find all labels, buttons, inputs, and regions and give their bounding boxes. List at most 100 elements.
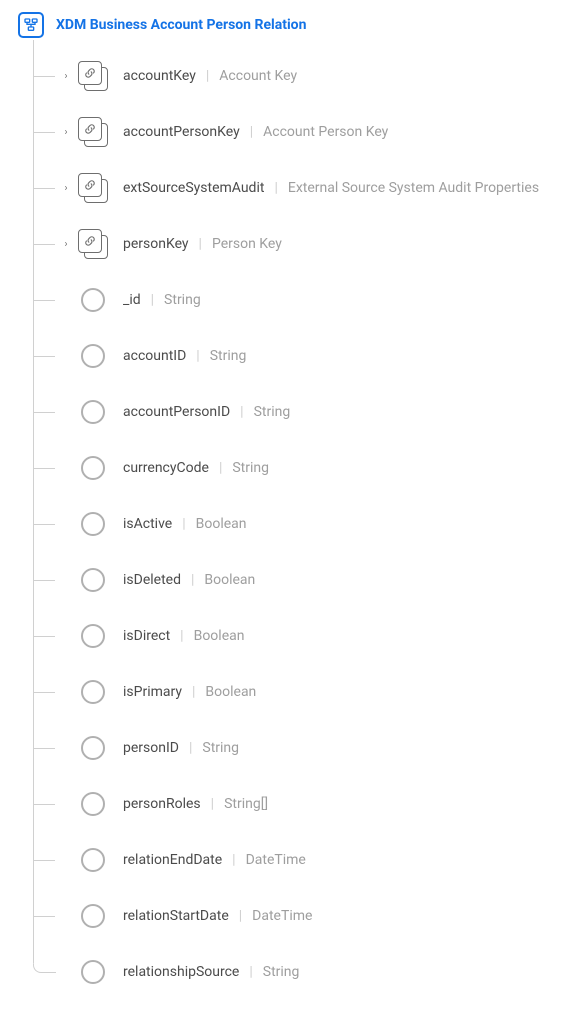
leaf-icon bbox=[77, 788, 109, 820]
object-icon bbox=[77, 172, 109, 204]
field-name: personID bbox=[123, 741, 179, 755]
field-type: String bbox=[202, 741, 239, 755]
separator: | bbox=[196, 349, 199, 363]
field-type: String bbox=[164, 293, 201, 307]
schema-icon bbox=[18, 12, 44, 38]
tree-row[interactable]: personRoles | String[] bbox=[33, 776, 556, 832]
field-name: accountKey bbox=[123, 69, 196, 83]
field-type: Boolean bbox=[204, 573, 255, 587]
field-type: Account Person Key bbox=[263, 125, 388, 139]
field-type: DateTime bbox=[246, 853, 306, 867]
tree-row[interactable]: isActive | Boolean bbox=[33, 496, 556, 552]
separator: | bbox=[240, 405, 243, 419]
tree-row[interactable]: _id | String bbox=[33, 272, 556, 328]
tree-row[interactable]: personID | String bbox=[33, 720, 556, 776]
field-type: String bbox=[232, 461, 269, 475]
field-type: DateTime bbox=[252, 909, 312, 923]
separator: | bbox=[182, 517, 185, 531]
field-type: External Source System Audit Properties bbox=[288, 181, 539, 195]
leaf-icon bbox=[81, 568, 105, 592]
tree-row[interactable]: isDirect | Boolean bbox=[33, 608, 556, 664]
field-name: isDeleted bbox=[123, 573, 181, 587]
tree-row[interactable]: relationEndDate | DateTime bbox=[33, 832, 556, 888]
field-name: relationStartDate bbox=[123, 909, 229, 923]
leaf-icon bbox=[81, 288, 105, 312]
separator: | bbox=[232, 853, 235, 867]
field-name: _id bbox=[123, 293, 141, 307]
separator: | bbox=[274, 181, 277, 195]
field-type: Boolean bbox=[194, 629, 245, 643]
field-name: extSourceSystemAudit bbox=[123, 181, 264, 195]
field-type: Boolean bbox=[196, 517, 247, 531]
field-name: accountPersonID bbox=[123, 405, 230, 419]
tree-row[interactable]: accountID | String bbox=[33, 328, 556, 384]
chevron-right-icon[interactable]: › bbox=[61, 71, 71, 82]
field-name: relationEndDate bbox=[123, 853, 222, 867]
leaf-icon bbox=[81, 680, 105, 704]
field-name: personKey bbox=[123, 237, 189, 251]
separator: | bbox=[199, 237, 202, 251]
tree-row[interactable]: isDeleted | Boolean bbox=[33, 552, 556, 608]
tree-row[interactable]: isPrimary | Boolean bbox=[33, 664, 556, 720]
leaf-icon bbox=[81, 400, 105, 424]
field-type: String bbox=[210, 349, 247, 363]
leaf-icon bbox=[81, 904, 105, 928]
leaf-icon bbox=[77, 452, 109, 484]
field-name: personRoles bbox=[123, 797, 201, 811]
field-type: Account Key bbox=[219, 69, 297, 83]
leaf-icon bbox=[81, 792, 105, 816]
tree-row[interactable]: › accountPersonKey | Account Person Key bbox=[33, 104, 556, 160]
separator: | bbox=[239, 909, 242, 923]
leaf-icon bbox=[77, 732, 109, 764]
tree-row[interactable]: › personKey | Person Key bbox=[33, 216, 556, 272]
field-name: relationshipSource bbox=[123, 965, 239, 979]
separator: | bbox=[180, 629, 183, 643]
field-type: String bbox=[263, 965, 300, 979]
tree-row[interactable]: › extSourceSystemAudit | External Source… bbox=[33, 160, 556, 216]
field-name: isDirect bbox=[123, 629, 170, 643]
leaf-icon bbox=[77, 508, 109, 540]
tree-row[interactable]: › accountKey | Account Key bbox=[33, 48, 556, 104]
leaf-icon bbox=[81, 736, 105, 760]
chevron-right-icon[interactable]: › bbox=[61, 127, 71, 138]
object-icon bbox=[78, 61, 108, 91]
page-title: XDM Business Account Person Relation bbox=[56, 17, 306, 33]
object-icon bbox=[78, 117, 108, 147]
leaf-icon bbox=[77, 844, 109, 876]
tree-row[interactable]: accountPersonID | String bbox=[33, 384, 556, 440]
object-icon bbox=[77, 228, 109, 260]
separator: | bbox=[189, 741, 192, 755]
leaf-icon bbox=[77, 564, 109, 596]
tree-row[interactable]: currencyCode | String bbox=[33, 440, 556, 496]
chevron-right-icon[interactable]: › bbox=[61, 239, 71, 250]
leaf-icon bbox=[77, 620, 109, 652]
leaf-icon bbox=[81, 512, 105, 536]
tree-children: › accountKey | Account Key › acc bbox=[33, 40, 556, 1000]
field-type: String bbox=[254, 405, 291, 419]
schema-tree: XDM Business Account Person Relation › a… bbox=[0, 0, 566, 1010]
field-type: String[] bbox=[224, 797, 268, 811]
object-icon bbox=[77, 116, 109, 148]
field-name: isActive bbox=[123, 517, 172, 531]
separator: | bbox=[249, 965, 252, 979]
tree-root[interactable]: XDM Business Account Person Relation bbox=[18, 10, 556, 40]
leaf-icon bbox=[77, 676, 109, 708]
field-name: accountID bbox=[123, 349, 186, 363]
separator: | bbox=[151, 293, 154, 307]
field-name: accountPersonKey bbox=[123, 125, 240, 139]
leaf-icon bbox=[81, 848, 105, 872]
leaf-icon bbox=[77, 956, 109, 988]
object-icon bbox=[77, 60, 109, 92]
tree-row[interactable]: relationStartDate | DateTime bbox=[33, 888, 556, 944]
leaf-icon bbox=[81, 960, 105, 984]
tree-row[interactable]: relationshipSource | String bbox=[33, 944, 556, 1000]
separator: | bbox=[192, 685, 195, 699]
field-name: isPrimary bbox=[123, 685, 182, 699]
chevron-right-icon[interactable]: › bbox=[61, 183, 71, 194]
leaf-icon bbox=[77, 900, 109, 932]
separator: | bbox=[191, 573, 194, 587]
leaf-icon bbox=[81, 456, 105, 480]
leaf-icon bbox=[81, 344, 105, 368]
separator: | bbox=[206, 69, 209, 83]
field-type: Boolean bbox=[205, 685, 256, 699]
